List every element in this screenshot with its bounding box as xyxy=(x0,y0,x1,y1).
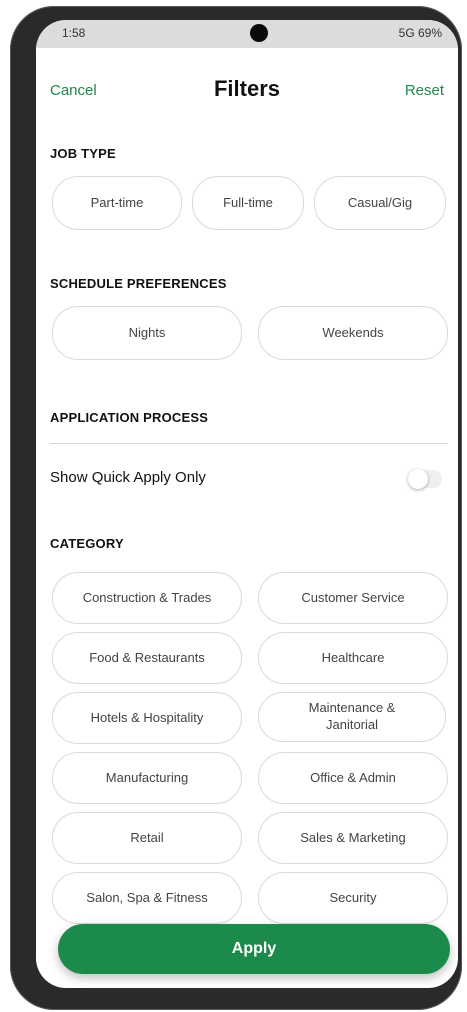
reset-button[interactable]: Reset xyxy=(405,82,444,99)
quick-apply-label: Show Quick Apply Only xyxy=(50,469,206,486)
category-office-admin[interactable]: Office & Admin xyxy=(258,752,448,804)
job-type-label: JOB TYPE xyxy=(50,146,116,161)
status-time: 1:58 xyxy=(62,26,86,40)
category-retail[interactable]: Retail xyxy=(52,812,242,864)
category-salon-spa-fitness[interactable]: Salon, Spa & Fitness xyxy=(52,872,242,924)
category-hotels-hospitality[interactable]: Hotels & Hospitality xyxy=(52,692,242,744)
quick-apply-toggle[interactable] xyxy=(408,469,442,489)
category-maintenance-janitorial[interactable]: Maintenance & Janitorial xyxy=(258,692,446,742)
application-process-label: APPLICATION PROCESS xyxy=(50,410,209,425)
status-indicators: 5G 69% xyxy=(398,26,442,40)
filters-header: Cancel Filters Reset xyxy=(36,48,458,112)
schedule-nights[interactable]: Nights xyxy=(52,306,242,360)
schedule-preferences-label: SCHEDULE PREFERENCES xyxy=(50,276,227,291)
job-type-part-time[interactable]: Part-time xyxy=(52,176,182,230)
category-security[interactable]: Security xyxy=(258,872,448,924)
category-construction-trades[interactable]: Construction & Trades xyxy=(52,572,242,624)
section-divider xyxy=(50,443,448,444)
page-title: Filters xyxy=(213,76,281,101)
category-sales-marketing[interactable]: Sales & Marketing xyxy=(258,812,448,864)
schedule-weekends[interactable]: Weekends xyxy=(258,306,448,360)
apply-button[interactable]: Apply xyxy=(58,924,450,974)
job-type-full-time[interactable]: Full-time xyxy=(192,176,304,230)
status-bar: 1:58 5G 69% xyxy=(36,20,458,48)
category-food-restaurants[interactable]: Food & Restaurants xyxy=(52,632,242,684)
job-type-casual-gig[interactable]: Casual/Gig xyxy=(314,176,446,230)
category-healthcare[interactable]: Healthcare xyxy=(258,632,448,684)
app-screen: 1:58 5G 69% Cancel Filters Reset JOB TYP… xyxy=(36,20,458,988)
toggle-knob xyxy=(408,469,428,489)
category-customer-service[interactable]: Customer Service xyxy=(258,572,448,624)
front-camera xyxy=(250,24,268,42)
category-manufacturing[interactable]: Manufacturing xyxy=(52,752,242,804)
category-label: CATEGORY xyxy=(50,536,124,551)
